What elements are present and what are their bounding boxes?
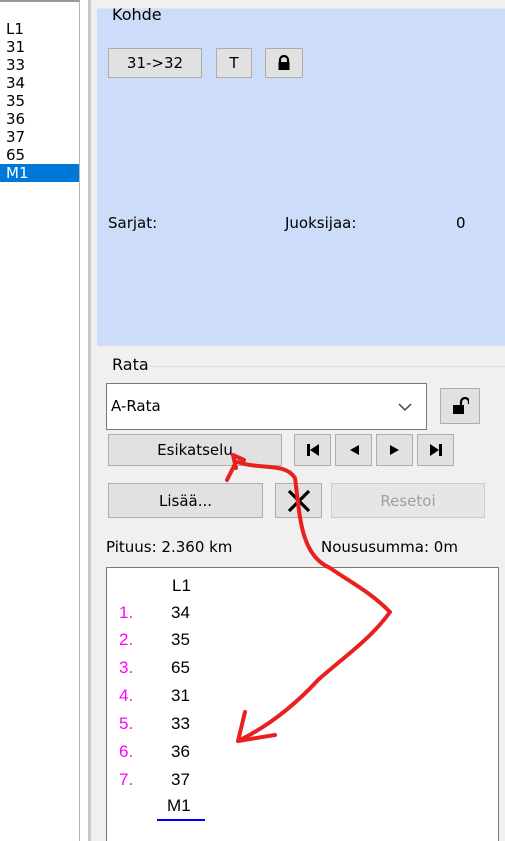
annotation-arrows [225, 453, 392, 743]
annotation-arrowhead-top [225, 453, 246, 482]
annotation-curve [236, 460, 392, 742]
